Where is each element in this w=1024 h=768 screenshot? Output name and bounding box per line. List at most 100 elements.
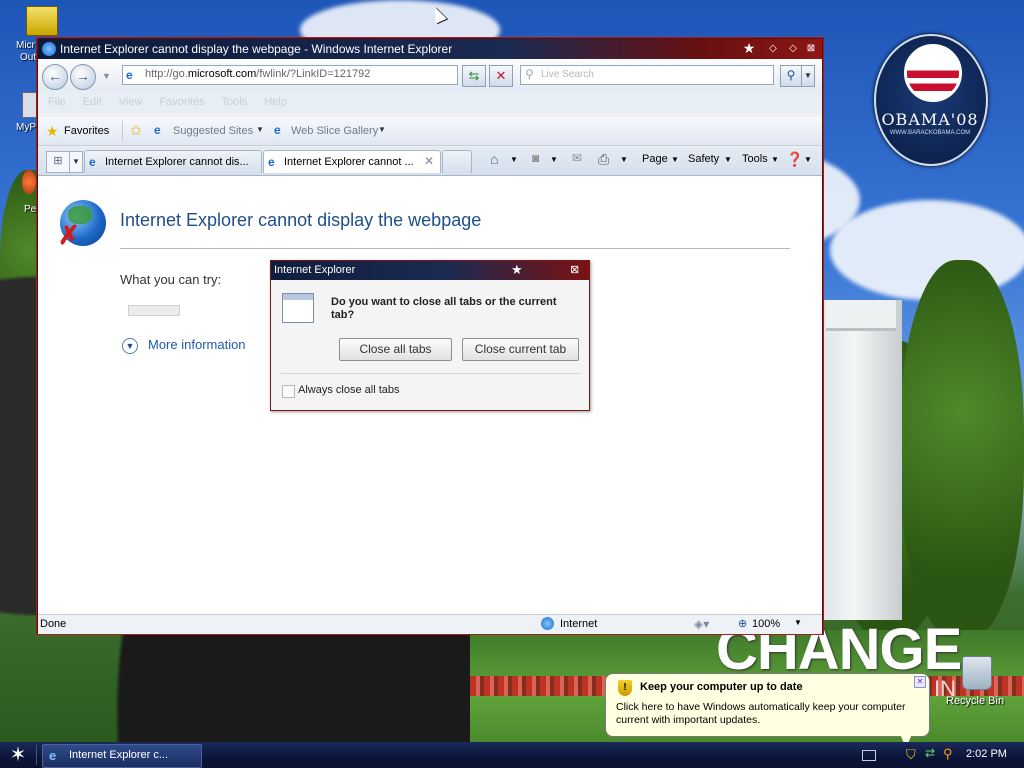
safety-menu-button[interactable]: Safety bbox=[688, 153, 719, 165]
quick-tabs-button[interactable]: ⊞ bbox=[46, 151, 70, 173]
close-all-tabs-button[interactable]: Close all tabs bbox=[339, 338, 452, 361]
tabs-window-icon bbox=[282, 293, 314, 323]
clock[interactable]: 2:02 PM bbox=[966, 748, 1007, 760]
chevron-down-icon[interactable]: ▼ bbox=[122, 338, 138, 354]
chevron-down-icon[interactable]: ▼ bbox=[620, 155, 628, 164]
menu-bar: File Edit View Favorites Tools Help bbox=[38, 91, 822, 113]
search-options-dropdown[interactable]: ▼ bbox=[801, 65, 815, 87]
chevron-down-icon[interactable]: ▼ bbox=[256, 125, 264, 134]
taskbar-separator bbox=[36, 745, 37, 765]
stop-button[interactable]: ✕ bbox=[489, 65, 513, 87]
chevron-down-icon[interactable]: ▼ bbox=[771, 155, 779, 164]
start-button[interactable]: ✶ bbox=[4, 744, 32, 766]
mail-icon[interactable]: ✉ bbox=[572, 151, 582, 165]
search-tray-icon[interactable]: ⚲ bbox=[943, 746, 953, 762]
internet-zone-icon bbox=[541, 617, 554, 630]
recent-pages-dropdown[interactable]: ▼ bbox=[102, 71, 111, 81]
zoom-dropdown[interactable]: ▼ bbox=[794, 618, 802, 627]
forward-button[interactable]: → bbox=[70, 64, 96, 90]
error-x-icon: ✗ bbox=[58, 220, 80, 250]
zoom-level[interactable]: 100% bbox=[752, 618, 780, 630]
help-icon[interactable]: ❓ bbox=[786, 151, 803, 168]
update-notification-balloon[interactable]: ! Keep your computer up to date Click he… bbox=[605, 673, 930, 737]
what-you-can-try-label: What you can try: bbox=[120, 272, 222, 287]
balloon-title: Keep your computer up to date bbox=[640, 681, 803, 693]
address-toolbar: ← → ▼ e http://go.microsoft.com/fwlink/?… bbox=[38, 59, 822, 91]
taskbar: ✶ e Internet Explorer c... ⛉ ⇄ ⚲ 2:02 PM bbox=[0, 742, 1024, 768]
more-information-link[interactable]: More information bbox=[148, 337, 246, 352]
web-slice-icon: e bbox=[274, 123, 281, 137]
close-tab-icon[interactable]: ✕ bbox=[424, 154, 434, 168]
ie-page-icon: e bbox=[268, 155, 275, 169]
favorites-star-icon[interactable]: ★ bbox=[46, 123, 59, 140]
tab-2-active[interactable]: e Internet Explorer cannot ... ✕ bbox=[263, 150, 441, 173]
status-bar: Done Internet ◈▾ ⊕ 100% ▼ bbox=[38, 614, 822, 634]
keyboard-icon[interactable] bbox=[862, 750, 876, 761]
divider bbox=[120, 248, 790, 249]
campaign-logo-emblem bbox=[904, 44, 962, 102]
white-house-image bbox=[822, 300, 902, 620]
refresh-button[interactable]: ⇆ bbox=[462, 65, 486, 87]
ie-logo-icon bbox=[42, 42, 56, 56]
web-slice-gallery-button[interactable]: Web Slice Gallery bbox=[291, 125, 378, 137]
protected-mode-icon[interactable]: ◈▾ bbox=[694, 617, 709, 631]
recycle-bin-icon[interactable] bbox=[962, 656, 992, 690]
star-icon: ★ bbox=[742, 40, 756, 56]
search-input[interactable]: ⚲ Live Search bbox=[520, 65, 774, 85]
feeds-icon[interactable]: ◙ bbox=[532, 151, 539, 165]
print-icon[interactable]: ⎙ bbox=[598, 151, 609, 168]
always-close-checkbox[interactable] bbox=[282, 385, 295, 398]
search-button[interactable]: ⚲ bbox=[780, 65, 802, 87]
campaign-logo-url: WWW.BARACKOBAMA.COM bbox=[889, 130, 971, 136]
close-tabs-dialog: Internet Explorer ★ ⊠ Do you want to clo… bbox=[270, 260, 590, 411]
close-window-button[interactable]: ⊠ bbox=[804, 42, 818, 55]
favorites-bar: ★ Favorites ✩ e Suggested Sites ▼ e Web … bbox=[38, 117, 822, 146]
minimize-button[interactable]: ◇ bbox=[766, 42, 780, 55]
close-current-tab-button[interactable]: Close current tab bbox=[462, 338, 579, 361]
security-alert-icon[interactable]: ⛉ bbox=[906, 747, 916, 763]
chevron-down-icon[interactable]: ▼ bbox=[550, 155, 558, 164]
balloon-text[interactable]: Click here to have Windows automatically… bbox=[616, 701, 921, 727]
dialog-titlebar[interactable]: Internet Explorer ★ ⊠ bbox=[271, 261, 589, 280]
chevron-down-icon[interactable]: ▼ bbox=[378, 125, 386, 134]
menu-bar-faded-text: File Edit View Favorites Tools Help bbox=[48, 96, 287, 108]
suggested-sites-icon: e bbox=[154, 123, 161, 137]
program-desktop-icon[interactable] bbox=[22, 170, 36, 194]
taskbar-item-ie[interactable]: e Internet Explorer c... bbox=[42, 744, 202, 768]
chevron-down-icon[interactable]: ▼ bbox=[804, 155, 812, 164]
tabs-window-icon-bar bbox=[283, 294, 313, 300]
chevron-down-icon[interactable]: ▼ bbox=[671, 155, 679, 164]
chevron-down-icon[interactable]: ▼ bbox=[510, 155, 518, 164]
chevron-down-icon[interactable]: ▼ bbox=[724, 155, 732, 164]
favorites-separator bbox=[122, 121, 123, 141]
diagnose-button[interactable] bbox=[128, 305, 180, 316]
dialog-close-button[interactable]: ⊠ bbox=[570, 263, 579, 276]
zoom-icon: ⊕ bbox=[738, 618, 748, 630]
outlook-desktop-icon[interactable] bbox=[26, 6, 58, 36]
page-menu-button[interactable]: Page bbox=[642, 153, 668, 165]
tools-menu-button[interactable]: Tools bbox=[742, 153, 768, 165]
recycle-bin-label: Recycle Bin bbox=[946, 695, 1005, 707]
ie-titlebar[interactable]: Internet Explorer cannot display the web… bbox=[38, 39, 822, 59]
status-text: Done bbox=[40, 618, 67, 630]
add-to-favorites-bar-icon[interactable]: ✩ bbox=[130, 122, 142, 139]
favorites-button[interactable]: Favorites bbox=[64, 125, 109, 137]
my-computer-desktop-icon[interactable] bbox=[22, 92, 38, 118]
dialog-divider bbox=[281, 373, 581, 374]
maximize-button[interactable]: ◇ bbox=[786, 42, 800, 55]
network-icon[interactable]: ⇄ bbox=[925, 746, 935, 760]
home-icon[interactable]: ⌂ bbox=[490, 151, 498, 167]
tab-list-dropdown[interactable]: ▼ bbox=[69, 151, 83, 173]
back-button[interactable]: ← bbox=[42, 64, 68, 90]
search-provider-icon: ⚲ bbox=[525, 67, 534, 81]
security-zone-label[interactable]: Internet bbox=[560, 618, 597, 630]
address-bar[interactable]: e http://go.microsoft.com/fwlink/?LinkID… bbox=[122, 65, 541, 85]
new-tab-button[interactable] bbox=[442, 150, 472, 173]
always-close-label[interactable]: Always close all tabs bbox=[298, 384, 400, 396]
suggested-sites-button[interactable]: Suggested Sites bbox=[173, 125, 253, 137]
ie-logo-icon: e bbox=[49, 748, 57, 763]
white-house-roof bbox=[826, 300, 896, 331]
tab-1[interactable]: e Internet Explorer cannot dis... bbox=[84, 150, 262, 173]
ie-window-title: Internet Explorer cannot display the web… bbox=[60, 42, 453, 56]
balloon-close-button[interactable]: ✕ bbox=[914, 676, 926, 688]
